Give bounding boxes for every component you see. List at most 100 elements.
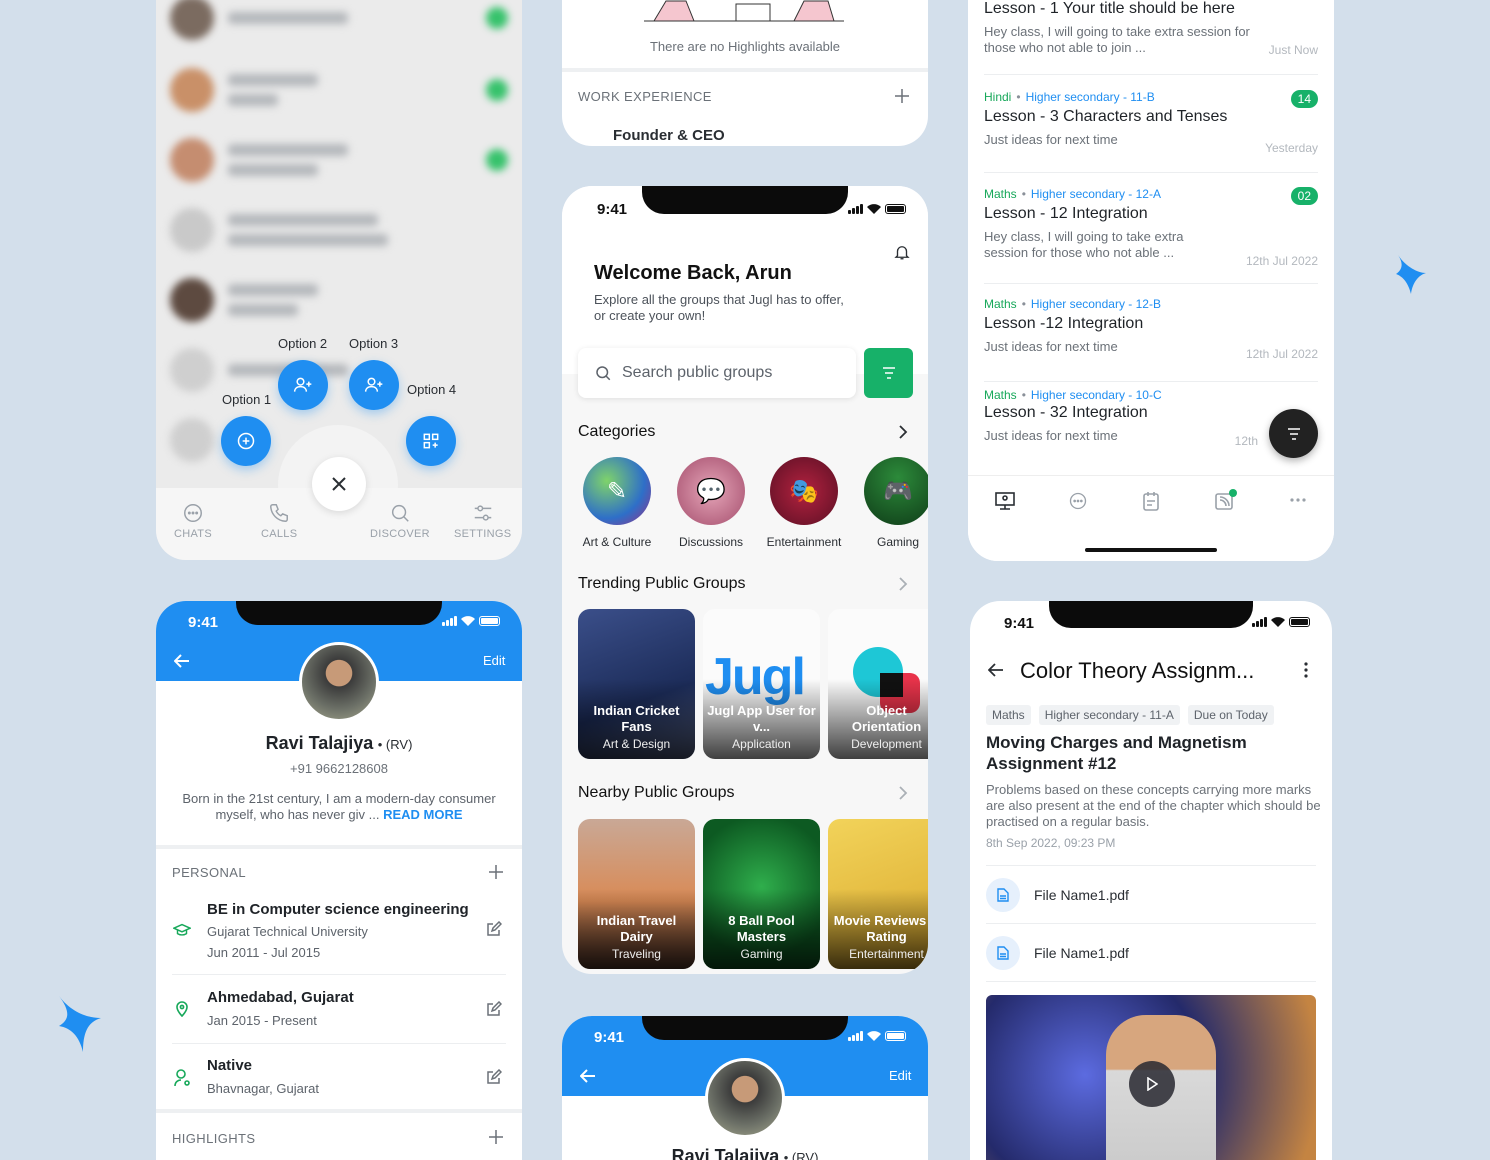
- personal-label: PERSONAL: [172, 865, 247, 880]
- lesson-item[interactable]: Hindi • Higher secondary - 11-B 14 Lesson …: [984, 90, 1318, 173]
- option-2-button[interactable]: [278, 360, 328, 410]
- category-art-culture[interactable]: ✎ Art & Culture: [580, 457, 654, 549]
- read-more-link[interactable]: READ MORE: [383, 807, 462, 822]
- battery-icon: [885, 1031, 906, 1041]
- work-experience-label: WORK EXPERIENCE: [578, 89, 712, 104]
- attachment-file[interactable]: File Name1.pdf: [986, 866, 1316, 924]
- option-3-button[interactable]: [349, 360, 399, 410]
- back-arrow-icon[interactable]: [988, 663, 1004, 677]
- edit-icon[interactable]: [486, 921, 502, 937]
- battery-icon: [885, 204, 906, 214]
- lesson-item[interactable]: Maths • Higher secondary - 12-A 02 Lesson …: [984, 187, 1318, 284]
- lesson-time: 12th: [1234, 434, 1258, 448]
- nearby-group-card[interactable]: Movie Reviews & Rating Entertainment: [828, 819, 928, 969]
- lesson-body: Just ideas for next time: [984, 428, 1118, 443]
- option-3-label: Option 3: [349, 336, 399, 351]
- chevron-right-icon[interactable]: [898, 785, 908, 801]
- tasks-icon[interactable]: [1140, 491, 1162, 511]
- lesson-item[interactable]: Maths • Higher secondary - 12-B Lesson -12…: [984, 297, 1318, 382]
- wifi-icon: [867, 1031, 881, 1041]
- tab-discover[interactable]: DISCOVER: [370, 502, 430, 540]
- status-time: 9:41: [188, 614, 219, 631]
- phone-icon: [270, 504, 289, 522]
- welcome-title: Welcome Back, Arun: [594, 262, 792, 284]
- filter-fab[interactable]: [1269, 409, 1318, 458]
- notification-bell-icon[interactable]: [893, 243, 911, 261]
- education-school: Gujarat Technical University: [207, 924, 368, 939]
- nearby-group-card[interactable]: 8 Ball Pool Masters Gaming: [703, 819, 820, 969]
- filter-button[interactable]: [864, 348, 913, 398]
- trending-group-card[interactable]: Jugl Jugl App User for v... Application: [703, 609, 820, 759]
- search-box[interactable]: Search public groups: [578, 348, 856, 398]
- lesson-item[interactable]: Maths • Higher secondary - 10-C Lesson - 3…: [984, 388, 1318, 458]
- option-1-button[interactable]: [221, 416, 271, 466]
- signal-icon: [442, 616, 457, 626]
- back-arrow-icon[interactable]: [580, 1069, 596, 1083]
- trending-group-card[interactable]: Object Orientation Development: [828, 609, 928, 759]
- option-4-button[interactable]: [406, 416, 456, 466]
- subject-chip: Maths: [986, 705, 1031, 725]
- lesson-time: 12th Jul 2022: [1245, 254, 1318, 268]
- trending-group-card[interactable]: Indian Cricket Fans Art & Design: [578, 609, 695, 759]
- back-arrow-icon[interactable]: [174, 654, 190, 668]
- nearby-group-card[interactable]: Indian Travel Dairy Traveling: [578, 819, 695, 969]
- group-category: Gaming: [740, 947, 783, 961]
- categories-title: Categories: [578, 423, 656, 440]
- chat-bubble-icon[interactable]: [1067, 491, 1089, 511]
- unread-badge: 14: [1290, 90, 1318, 108]
- close-menu-button[interactable]: [312, 457, 366, 511]
- add-group-icon: [364, 377, 383, 392]
- group-category: Application: [732, 737, 791, 751]
- graduation-cap-icon: [173, 923, 191, 936]
- category-entertainment[interactable]: 🎭 Entertainment: [767, 457, 841, 549]
- tab-chats[interactable]: CHATS: [174, 502, 212, 540]
- tab-settings-label: SETTINGS: [454, 528, 512, 540]
- profile-nickname: • (RV): [783, 1150, 819, 1160]
- add-highlight-icon[interactable]: [488, 1129, 504, 1145]
- group-name: Object Orientation: [851, 703, 922, 734]
- more-vertical-icon[interactable]: [1304, 662, 1308, 678]
- lesson-subject: Maths: [984, 388, 1017, 402]
- lesson-item[interactable]: Lesson - 1 Your title should be here Hey…: [984, 0, 1318, 75]
- option-1-label: Option 1: [222, 392, 272, 407]
- divider: [562, 68, 928, 72]
- more-icon[interactable]: [1290, 498, 1306, 502]
- add-work-icon[interactable]: [894, 88, 910, 104]
- nearby-title: Nearby Public Groups: [578, 784, 735, 801]
- empty-highlights-illustration: [644, 0, 844, 22]
- trending-title: Trending Public Groups: [578, 575, 746, 592]
- group-category: Traveling: [612, 947, 661, 961]
- file-name: File Name1.pdf: [1034, 944, 1129, 961]
- group-name: Jugl App User for v...: [707, 703, 816, 734]
- play-button[interactable]: [1129, 1061, 1175, 1107]
- category-gaming[interactable]: 🎮 Gaming: [861, 457, 928, 549]
- lesson-grade: Higher secondary - 12-A: [1030, 187, 1161, 201]
- avatar: [299, 642, 379, 722]
- video-attachment[interactable]: [986, 995, 1316, 1160]
- edit-profile-button[interactable]: Edit: [483, 653, 505, 668]
- profile-screen: 9:41 Edit Ravi Talajiya • (RV) +91 96621…: [156, 601, 522, 1160]
- edit-icon[interactable]: [486, 1069, 502, 1085]
- chevron-right-icon[interactable]: [898, 424, 908, 440]
- lessons-screen: Lesson - 1 Your title should be here Hey…: [968, 0, 1334, 561]
- lesson-grade: Higher secondary - 11-B: [1025, 90, 1155, 104]
- profile-top-screen: There are no Highlights available WORK E…: [562, 0, 928, 146]
- category-discussions[interactable]: 💬 Discussions: [674, 457, 748, 549]
- tab-settings[interactable]: SETTINGS: [454, 502, 511, 540]
- chevron-right-icon[interactable]: [898, 576, 908, 592]
- welcome-subtitle: Explore all the groups that Jugl has to …: [594, 292, 844, 323]
- edit-profile-button[interactable]: Edit: [889, 1068, 911, 1083]
- wifi-icon: [1271, 617, 1285, 627]
- group-name: 8 Ball Pool Masters: [728, 913, 795, 944]
- classroom-icon[interactable]: [994, 491, 1016, 511]
- notch: [642, 186, 848, 214]
- attachment-file[interactable]: File Name1.pdf: [986, 924, 1316, 982]
- tab-calls-label: CALLS: [261, 528, 298, 540]
- location-dates: Jan 2015 - Present: [207, 1013, 317, 1028]
- group-name: Movie Reviews & Rating: [833, 913, 928, 944]
- edit-icon[interactable]: [486, 1001, 502, 1017]
- tab-chats-label: CHATS: [174, 528, 212, 540]
- status-time: 9:41: [1004, 615, 1035, 632]
- add-personal-icon[interactable]: [488, 864, 504, 880]
- tab-calls[interactable]: CALLS: [261, 502, 297, 540]
